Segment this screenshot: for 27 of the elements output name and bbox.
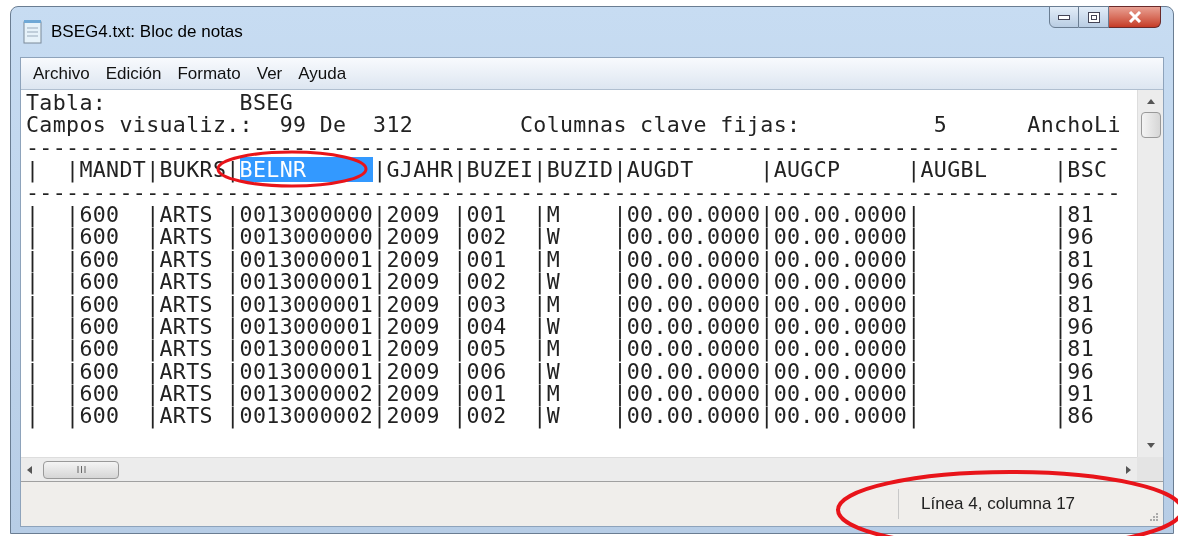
maximize-button[interactable]: [1079, 6, 1109, 28]
close-button[interactable]: [1109, 6, 1161, 28]
selected-text: BELNR: [239, 157, 374, 183]
grip-icon: [76, 466, 86, 473]
scroll-thumb[interactable]: [1140, 112, 1161, 138]
scroll-right-icon[interactable]: [1123, 464, 1133, 475]
menu-item[interactable]: Formato: [169, 60, 249, 87]
minimize-button[interactable]: [1049, 6, 1079, 28]
minimize-icon: [1058, 14, 1070, 20]
menu-item[interactable]: Edición: [97, 60, 170, 87]
text-line: Campos visualiz.: 99 De 312 Columnas clave fijas: 5 AnchoLi: [26, 112, 1121, 138]
menu-item[interactable]: Ayuda: [290, 60, 355, 87]
vertical-scrollbar[interactable]: [1137, 90, 1163, 457]
cursor-position: Línea 4, columna 17: [920, 493, 1077, 516]
window-title: BSEG4.txt: Bloc de notas: [51, 21, 243, 44]
scroll-left-icon[interactable]: [25, 464, 35, 475]
menu-item[interactable]: Archivo: [25, 60, 98, 87]
menu-item[interactable]: Ver: [248, 60, 291, 87]
text-line: |GJAHR|BUZEI|BUZID|AUGDT |AUGCP |AUGBL |BSC: [373, 157, 1108, 183]
scroll-thumb[interactable]: [43, 460, 119, 479]
horizontal-scrollbar[interactable]: [21, 457, 1137, 481]
close-icon: [1127, 11, 1142, 23]
text-line: | |600 |ARTS |0013000000|2009 |001 |M |00.00.0000|00.00.0000| |81: [26, 201, 1095, 227]
maximize-icon: [1087, 11, 1100, 23]
notepad-icon: [23, 20, 43, 44]
size-grip-icon[interactable]: [1149, 512, 1159, 522]
text-line: Tabla: BSEG: [26, 90, 293, 115]
